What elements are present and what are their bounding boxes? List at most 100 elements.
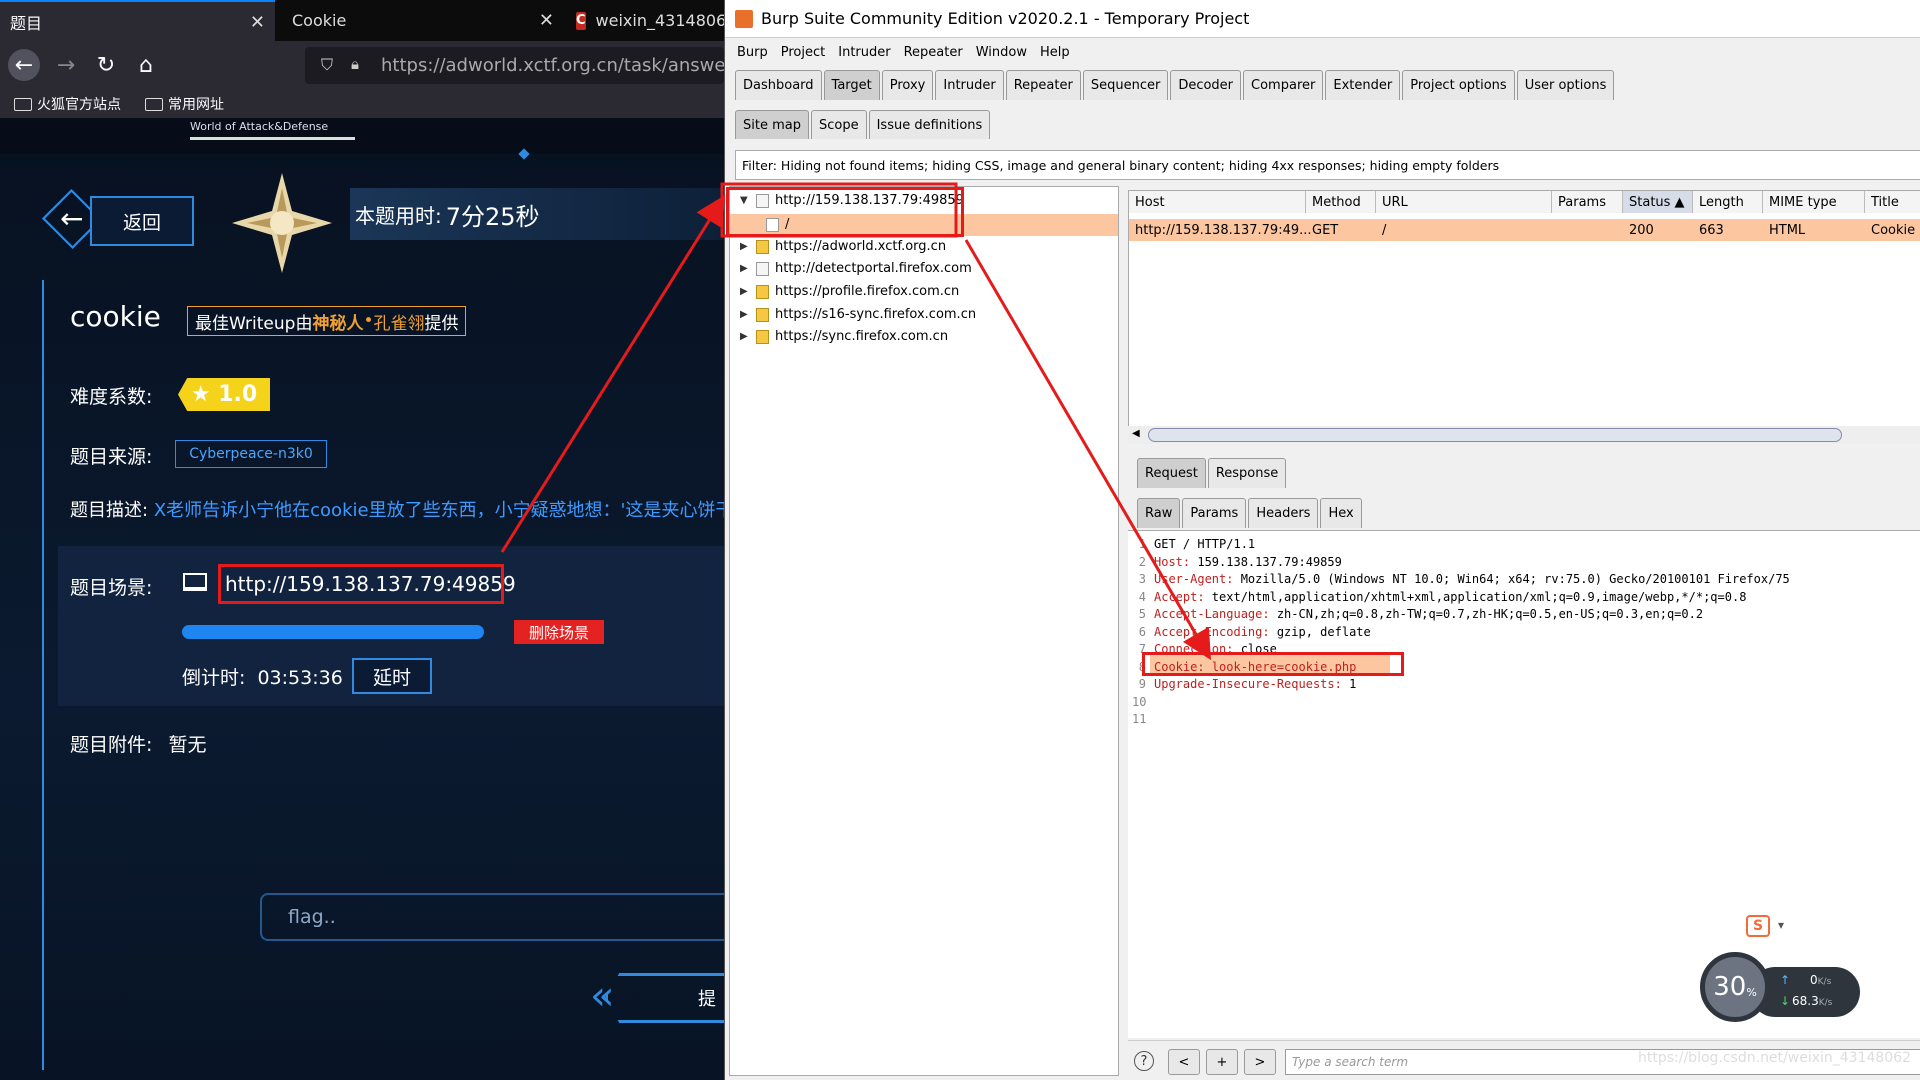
tab-hex[interactable]: Hex: [1320, 498, 1362, 528]
menu-repeater[interactable]: Repeater: [904, 45, 963, 60]
tree-node-host[interactable]: ▶ https://profile.firefox.com.cn: [740, 284, 959, 299]
menu-project[interactable]: Project: [781, 45, 825, 60]
expand-arrow-icon[interactable]: ▶: [740, 309, 750, 320]
tab-label: weixin_43148062: [595, 11, 724, 30]
reload-icon[interactable]: ↻: [90, 49, 122, 81]
tab-intruder[interactable]: Intruder: [935, 70, 1004, 100]
tab-user-options[interactable]: User options: [1516, 70, 1615, 100]
sitemap-filter-bar[interactable]: Filter: Hiding not found items; hiding C…: [735, 150, 1920, 180]
flag-input[interactable]: flag..: [260, 893, 724, 941]
line-number: 10: [1132, 694, 1147, 709]
time-label: 本题用时:: [355, 203, 442, 228]
header-value: zh-CN,zh;q=0.8,zh-TW;q=0.7,zh-HK;q=0.5,e…: [1269, 607, 1704, 621]
header-key: Accept-Encoding:: [1154, 624, 1270, 639]
tree-node-host[interactable]: ▶ https://adworld.xctf.org.cn: [740, 239, 946, 254]
home-icon[interactable]: ⌂: [130, 49, 162, 81]
tab-decoder[interactable]: Decoder: [1170, 70, 1242, 100]
dropdown-icon[interactable]: ▾: [1778, 918, 1784, 932]
tab-sequencer[interactable]: Sequencer: [1082, 70, 1169, 100]
header-key: User-Agent:: [1154, 572, 1234, 586]
tree-node-host[interactable]: ▶ https://s16-sync.firefox.com.cn: [740, 307, 976, 322]
writeup-badge[interactable]: 最佳Writeup由 神秘人 • 孔雀翎 提供: [187, 306, 467, 336]
extend-button[interactable]: 延时: [352, 658, 432, 694]
help-icon[interactable]: ?: [1134, 1051, 1154, 1071]
bookmark-firefox-sites[interactable]: 火狐官方站点: [14, 94, 121, 114]
menu-window[interactable]: Window: [976, 45, 1027, 60]
memory-percent-circle[interactable]: 30%: [1700, 952, 1770, 1022]
shield-icon[interactable]: ⛉: [321, 55, 333, 75]
forward-arrow-icon[interactable]: →: [50, 49, 82, 81]
annotation-highlight-box: [1142, 652, 1404, 676]
tab-target[interactable]: Target: [823, 70, 880, 100]
search-next-button[interactable]: >: [1244, 1049, 1276, 1075]
back-arrow-icon[interactable]: ←: [60, 202, 83, 235]
submit-button[interactable]: 提: [605, 973, 724, 1023]
close-icon[interactable]: ✕: [250, 12, 265, 33]
expand-arrow-icon[interactable]: ▶: [740, 241, 750, 252]
url-bar[interactable]: ⛉ 🔒︎ https://adworld.xctf.org.cn/task/an…: [305, 47, 724, 84]
delete-scene-button[interactable]: 删除场景: [514, 620, 604, 644]
time-used-bar: 本题用时: 7分25秒: [350, 188, 724, 240]
tab-response[interactable]: Response: [1207, 458, 1287, 488]
attach-value: 暂无: [168, 734, 207, 756]
column-title[interactable]: Title: [1865, 191, 1920, 213]
bookmark-common[interactable]: 常用网址: [145, 94, 224, 114]
source-tag[interactable]: Cyberpeace-n3k0: [175, 440, 327, 468]
burp-title: Burp Suite Community Edition v2020.2.1 -…: [761, 9, 1250, 28]
scene-url-link[interactable]: http://159.138.137.79:49859: [218, 564, 516, 604]
firefox-window: 题目 ✕ Cookie ✕ C weixin_43148062 ← → ↻ ⌂ …: [0, 0, 724, 1080]
expand-arrow-icon[interactable]: ▶: [740, 286, 750, 297]
scroll-left-icon[interactable]: ◀: [1132, 428, 1140, 439]
column-length[interactable]: Length: [1693, 191, 1763, 213]
site-logo[interactable]: World of Attack&Defense: [190, 120, 355, 140]
column-method[interactable]: Method: [1306, 191, 1376, 213]
tab-extender[interactable]: Extender: [1325, 70, 1401, 100]
line-number: 4: [1138, 589, 1146, 604]
tab-raw[interactable]: Raw: [1137, 498, 1181, 528]
tab-site-map[interactable]: Site map: [735, 110, 809, 139]
tab-csdn[interactable]: C weixin_43148062: [566, 0, 724, 41]
description: 题目描述: X老师告诉小宁他在cookie里放了些东西，小宁疑惑地想：'这是夹心…: [70, 496, 724, 522]
expand-arrow-icon[interactable]: ▶: [740, 263, 750, 274]
countdown: 倒计时: 03:53:36: [182, 663, 343, 690]
tab-question[interactable]: 题目 ✕: [0, 0, 275, 41]
tab-params[interactable]: Params: [1182, 498, 1247, 528]
tab-dashboard[interactable]: Dashboard: [735, 70, 822, 100]
tab-issue-definitions[interactable]: Issue definitions: [868, 110, 991, 139]
scroll-thumb[interactable]: [1148, 428, 1842, 442]
burp-title-bar: Burp Suite Community Edition v2020.2.1 -…: [725, 0, 1920, 38]
tab-project-options[interactable]: Project options: [1402, 70, 1515, 100]
bookmark-label: 火狐官方站点: [37, 97, 121, 113]
column-mime-type[interactable]: MIME type: [1763, 191, 1865, 213]
horizontal-scrollbar[interactable]: ◀: [1128, 426, 1920, 444]
search-options-button[interactable]: +: [1206, 1049, 1238, 1075]
tree-node-host[interactable]: ▶ http://detectportal.firefox.com: [740, 261, 972, 276]
csdn-float-icon[interactable]: S: [1746, 915, 1770, 937]
column-host[interactable]: Host: [1129, 191, 1306, 213]
expand-arrow-icon[interactable]: ▶: [740, 331, 750, 342]
lock-icon[interactable]: 🔒︎: [351, 55, 359, 73]
menu-burp[interactable]: Burp: [737, 45, 768, 60]
column-url[interactable]: URL: [1376, 191, 1552, 213]
upload-value: 0: [1810, 973, 1818, 987]
search-prev-button[interactable]: <: [1168, 1049, 1200, 1075]
writeup-author: 神秘人: [312, 313, 364, 334]
lock-folder-icon: [756, 307, 769, 322]
close-icon[interactable]: ✕: [539, 10, 554, 31]
tab-proxy[interactable]: Proxy: [881, 70, 934, 100]
back-arrow-icon[interactable]: ←: [8, 49, 40, 81]
message-view-tabs: Raw Params Headers Hex: [1137, 498, 1364, 528]
tab-request[interactable]: Request: [1137, 458, 1206, 488]
tab-comparer[interactable]: Comparer: [1243, 70, 1324, 100]
column-params[interactable]: Params: [1552, 191, 1623, 213]
tab-repeater[interactable]: Repeater: [1005, 70, 1081, 100]
menu-help[interactable]: Help: [1040, 45, 1070, 60]
menu-intruder[interactable]: Intruder: [838, 45, 890, 60]
back-button[interactable]: 返回: [90, 196, 194, 246]
tab-headers[interactable]: Headers: [1248, 498, 1319, 528]
cell-method: GET: [1312, 223, 1339, 238]
tab-scope[interactable]: Scope: [810, 110, 867, 139]
column-status[interactable]: Status ▲: [1623, 191, 1693, 213]
tab-cookie[interactable]: Cookie ✕: [282, 0, 564, 41]
tree-node-host[interactable]: ▶ https://sync.firefox.com.cn: [740, 329, 948, 344]
